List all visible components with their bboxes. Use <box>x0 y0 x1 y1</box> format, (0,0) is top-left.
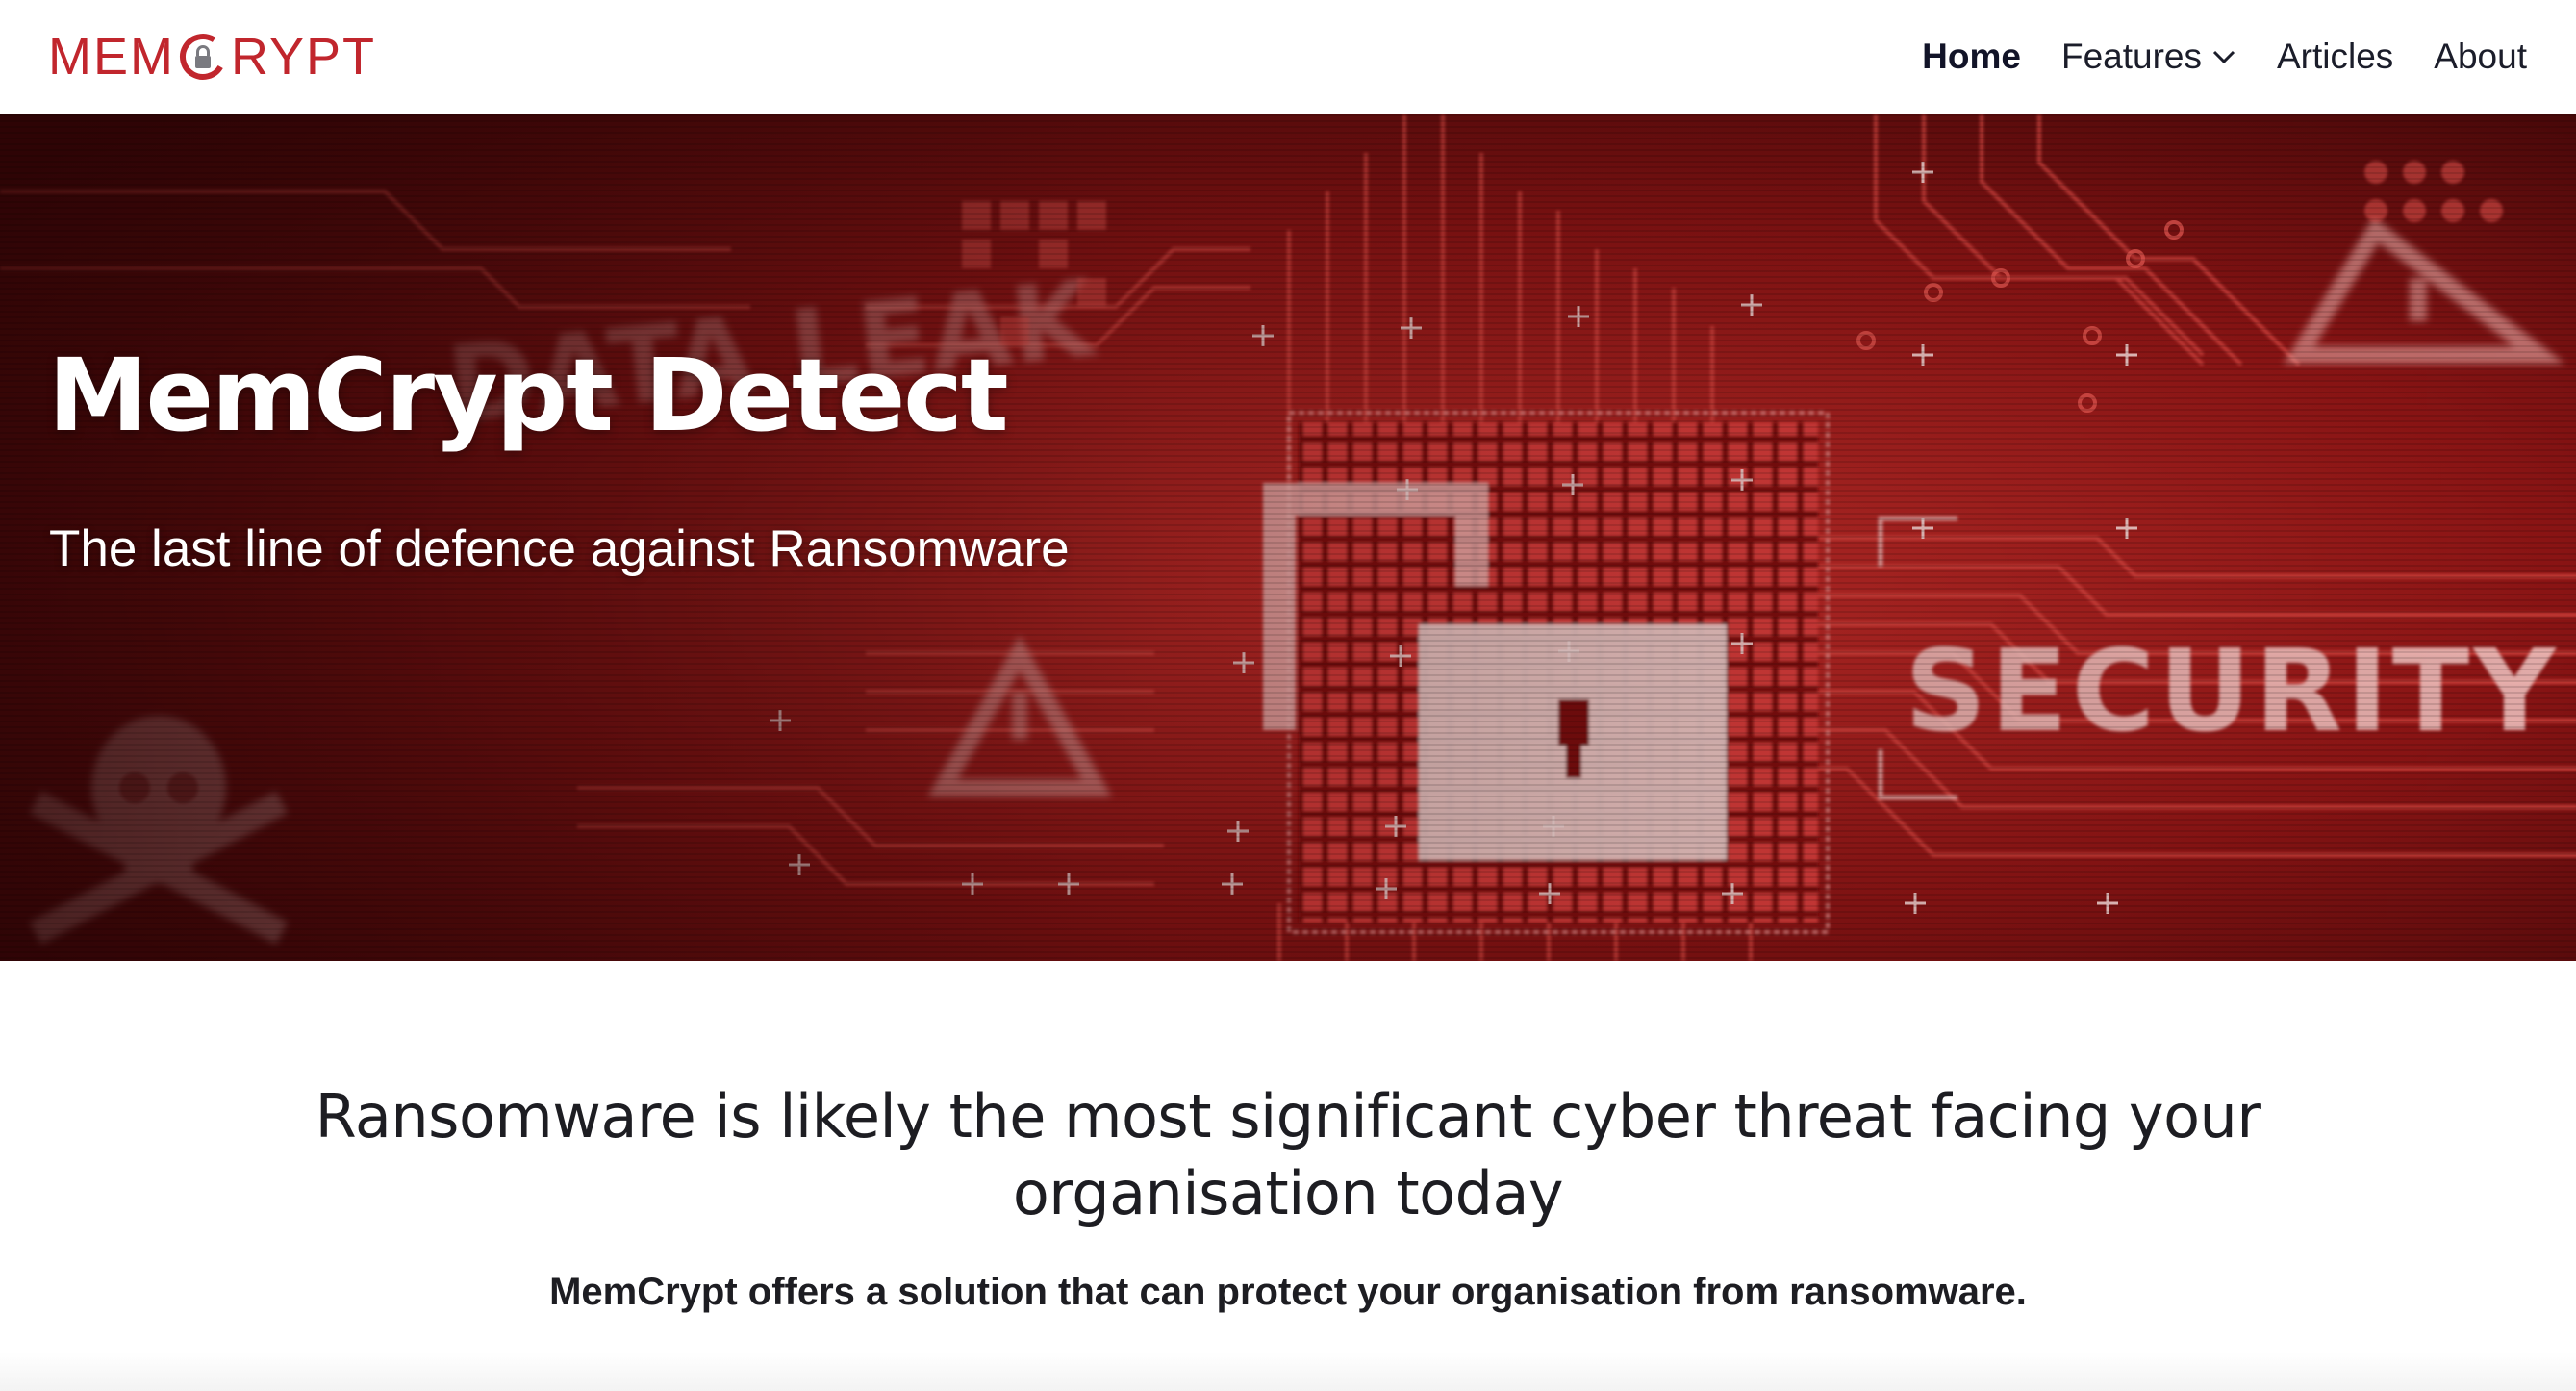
nav-features[interactable]: Features <box>2061 37 2236 77</box>
section-divider <box>0 1353 2576 1391</box>
logo-text-right: RYPT <box>230 28 377 86</box>
nav-features-label: Features <box>2060 37 2202 76</box>
intro-section: Ransomware is likely the most significan… <box>0 961 2576 1391</box>
nav-home-label: Home <box>1922 37 2021 76</box>
nav-home[interactable]: Home <box>1922 37 2021 77</box>
chevron-down-icon <box>2212 50 2235 64</box>
nav-about-label: About <box>2434 37 2527 76</box>
main-nav: Home Features Articles About <box>1922 37 2527 77</box>
hero-subtitle: The last line of defence against Ransomw… <box>49 520 1070 577</box>
hero-banner: DATA LEAK SECURITY <box>0 114 2576 961</box>
memcrypt-logo[interactable]: MEM RYPT <box>48 31 376 83</box>
intro-heading: Ransomware is likely the most significan… <box>315 1081 2261 1228</box>
intro-body: MemCrypt offers a solution that can prot… <box>549 1271 2027 1313</box>
lock-logo-icon <box>179 33 227 81</box>
site-header: MEM RYPT Home Features Articles About <box>0 0 2576 114</box>
nav-about[interactable]: About <box>2434 37 2527 77</box>
logo-text-left: MEM <box>48 28 175 86</box>
nav-articles-label: Articles <box>2276 37 2394 76</box>
nav-articles[interactable]: Articles <box>2277 37 2393 77</box>
hero-title: MemCrypt Detect <box>48 337 1009 454</box>
